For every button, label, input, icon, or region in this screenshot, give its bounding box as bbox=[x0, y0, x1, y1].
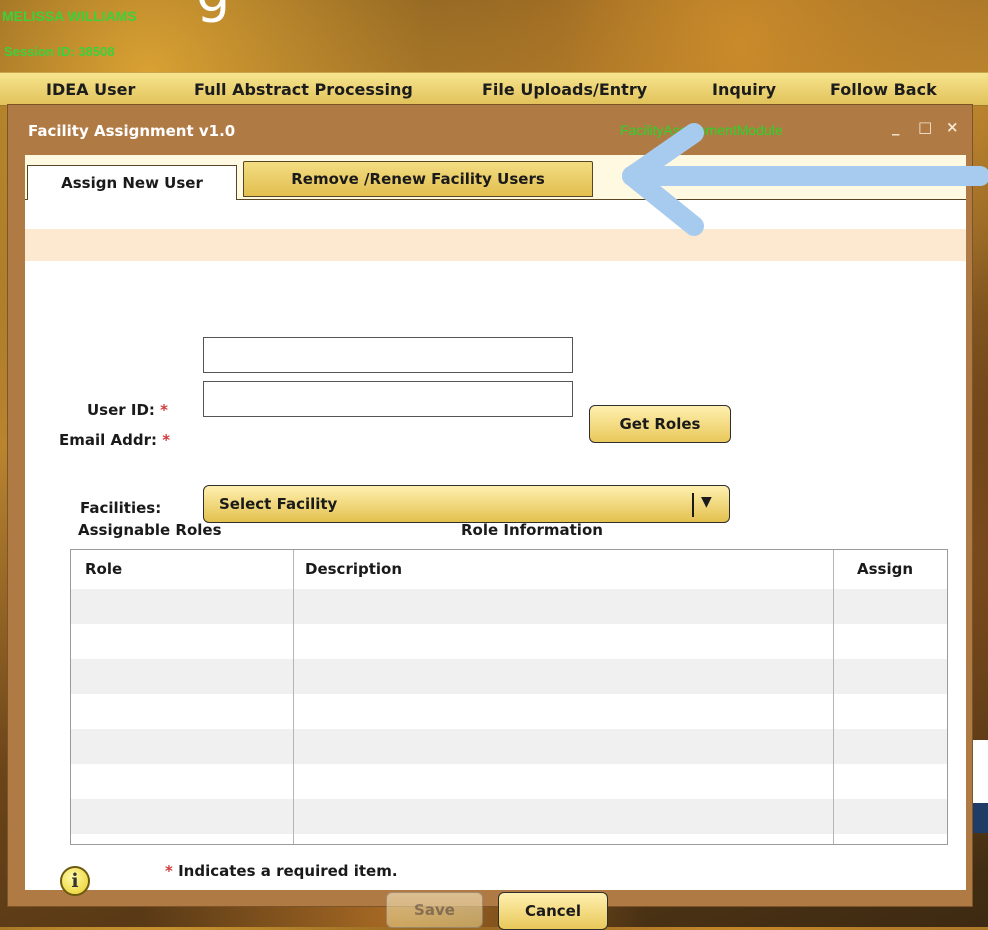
window-content: Assign New User Remove /Renew Facility U… bbox=[25, 155, 966, 930]
roles-grid: Role Description Assign bbox=[70, 549, 948, 845]
menu-item-file-uploads[interactable]: File Uploads/Entry bbox=[482, 80, 647, 99]
required-mark: * bbox=[160, 401, 169, 419]
required-note: * Indicates a required item. bbox=[165, 862, 398, 880]
main-menubar: IDEA User Full Abstract Processing File … bbox=[0, 72, 988, 106]
status-strip bbox=[25, 229, 966, 261]
session-id: Session ID: 38508 bbox=[4, 44, 115, 59]
facility-select[interactable]: Select Facility ▼ bbox=[203, 485, 730, 523]
facilities-label: Facilities: bbox=[80, 499, 162, 517]
table-row[interactable] bbox=[71, 624, 947, 659]
email-label: Email Addr: * bbox=[59, 431, 171, 449]
facility-assignment-window: Facility Assignment v1.0 FacilityAssignm… bbox=[7, 104, 973, 930]
table-row[interactable] bbox=[71, 729, 947, 764]
minimize-icon[interactable]: _ bbox=[892, 118, 900, 136]
column-divider bbox=[833, 550, 834, 844]
tab-remove-renew-facility-users[interactable]: Remove /Renew Facility Users bbox=[243, 161, 593, 197]
user-id-input[interactable] bbox=[203, 337, 573, 373]
grid-header: Role Description Assign bbox=[71, 550, 947, 590]
tab-assign-new-user[interactable]: Assign New User bbox=[27, 165, 237, 200]
table-row[interactable] bbox=[71, 799, 947, 834]
table-row[interactable] bbox=[71, 659, 947, 694]
background-side-bar bbox=[973, 803, 988, 833]
page-title-fragment: g bbox=[196, 0, 231, 20]
window-titlebar[interactable]: Facility Assignment v1.0 FacilityAssignm… bbox=[8, 105, 972, 153]
close-icon[interactable]: × bbox=[946, 118, 959, 136]
user-name: MELISSA WILLIAMS bbox=[2, 8, 137, 24]
table-row[interactable] bbox=[71, 694, 947, 729]
column-header-assign[interactable]: Assign bbox=[857, 560, 913, 578]
select-divider bbox=[692, 493, 694, 517]
role-information-title: Role Information bbox=[461, 521, 603, 539]
info-icon: i bbox=[60, 866, 90, 896]
window-module-name: FacilityAssignmentModule bbox=[620, 122, 783, 138]
background-side-panel bbox=[973, 740, 988, 803]
column-header-description[interactable]: Description bbox=[305, 560, 402, 578]
cancel-button[interactable]: Cancel bbox=[498, 892, 608, 930]
table-row[interactable] bbox=[71, 589, 947, 624]
get-roles-button[interactable]: Get Roles bbox=[589, 405, 731, 443]
save-button[interactable]: Save bbox=[386, 892, 483, 928]
dropdown-arrow-icon: ▼ bbox=[701, 494, 712, 510]
column-divider bbox=[293, 550, 294, 844]
assignable-roles-title: Assignable Roles bbox=[78, 521, 222, 539]
email-input[interactable] bbox=[203, 381, 573, 417]
facility-select-value: Select Facility bbox=[219, 495, 338, 513]
menu-item-full-abstract-processing[interactable]: Full Abstract Processing bbox=[194, 80, 413, 99]
tab-strip: Assign New User Remove /Renew Facility U… bbox=[25, 155, 966, 200]
user-id-label: User ID: * bbox=[87, 401, 169, 419]
column-header-role[interactable]: Role bbox=[85, 560, 122, 578]
maximize-icon[interactable]: □ bbox=[918, 118, 932, 136]
menu-item-inquiry[interactable]: Inquiry bbox=[712, 80, 776, 99]
menu-item-idea-user[interactable]: IDEA User bbox=[46, 80, 135, 99]
required-mark: * bbox=[162, 431, 171, 449]
window-title: Facility Assignment v1.0 bbox=[28, 122, 236, 140]
table-row[interactable] bbox=[71, 764, 947, 799]
required-mark: * bbox=[165, 862, 173, 880]
menu-item-follow-back[interactable]: Follow Back bbox=[830, 80, 937, 99]
